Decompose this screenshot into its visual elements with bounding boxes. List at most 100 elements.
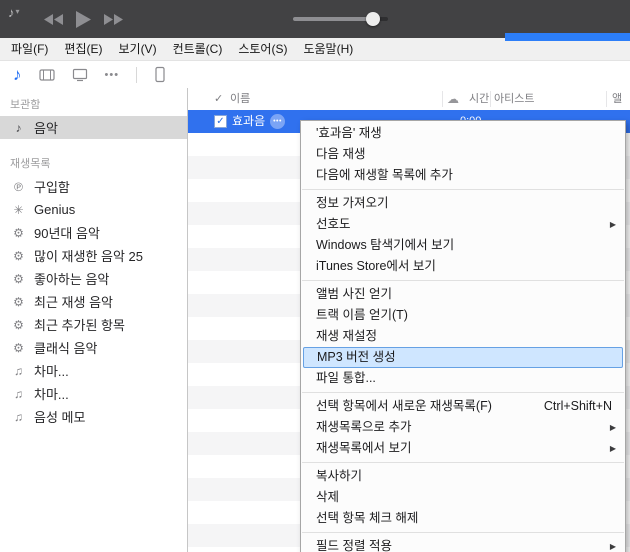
device-button[interactable]: [154, 66, 166, 83]
sidebar-item[interactable]: ⚙ 많이 재생한 음악 25: [0, 244, 187, 267]
playlist-icon: ♫: [14, 386, 23, 401]
chevron-down-icon: ▾: [15, 7, 20, 16]
context-menu-item[interactable]: '효과음' 재생: [301, 123, 625, 144]
menubar-item[interactable]: 파일(F): [3, 38, 56, 60]
sidebar-item-label: 차마...: [34, 387, 69, 402]
ellipsis-icon: •••: [104, 68, 120, 81]
context-menu-item[interactable]: 필드 정렬 적용 ▶: [301, 536, 625, 552]
genius-icon: ✳: [13, 202, 24, 217]
column-divider: [606, 91, 607, 107]
submenu-arrow-icon: ▶: [609, 220, 616, 229]
context-menu-item[interactable]: 재생목록에서 보기 ▶: [301, 438, 625, 459]
sidebar-item-label: 클래식 음악: [34, 341, 98, 356]
sidebar-item[interactable]: ⚙ 최근 추가된 항목: [0, 313, 187, 336]
play-icon: [76, 10, 91, 28]
monitor-icon: [72, 68, 87, 81]
context-menu-item[interactable]: 다음에 재생할 목록에 추가: [301, 165, 625, 186]
context-menu-item[interactable]: 파일 통합...: [301, 368, 625, 389]
context-menu-item[interactable]: Windows 탐색기에서 보기: [301, 235, 625, 256]
menu-item-label: iTunes Store에서 보기: [316, 259, 436, 273]
smart-playlist-icon: ⚙: [13, 340, 24, 355]
sidebar-item[interactable]: ♫ 음성 메모: [0, 405, 187, 428]
sidebar-item[interactable]: ♫ 차마...: [0, 359, 187, 382]
menu-item-label: 재생목록에서 보기: [316, 441, 412, 455]
menubar-item[interactable]: 스토어(S): [230, 38, 295, 60]
menu-item-label: 트랙 이름 얻기(T): [316, 308, 408, 322]
context-menu-item[interactable]: MP3 버전 생성: [303, 347, 623, 368]
tab-more[interactable]: •••: [105, 69, 120, 81]
smart-playlist-icon: ⚙: [13, 294, 24, 309]
transport-controls: [44, 0, 123, 38]
volume-slider[interactable]: [293, 12, 388, 26]
submenu-arrow-icon: ▶: [609, 423, 616, 432]
menu-separator: [302, 532, 624, 533]
column-divider: [490, 91, 491, 107]
context-menu-item[interactable]: 정보 가져오기: [301, 193, 625, 214]
sidebar-item[interactable]: ⚙ 90년대 음악: [0, 221, 187, 244]
miniplayer-menu-button[interactable]: ♪▾: [8, 5, 20, 20]
volume-fill: [293, 17, 371, 21]
film-icon: [38, 68, 55, 81]
music-icon: ♪: [15, 120, 22, 135]
context-menu-item[interactable]: 복사하기: [301, 466, 625, 487]
sidebar-item[interactable]: ℗ 구입함: [0, 175, 187, 198]
purchased-icon: ℗: [14, 179, 23, 194]
smart-playlist-icon: ⚙: [13, 317, 24, 332]
smart-playlist-icon: ⚙: [13, 225, 24, 240]
menu-item-shortcut: Ctrl+Shift+N: [543, 399, 612, 413]
context-menu-item[interactable]: 재생목록으로 추가 ▶: [301, 417, 625, 438]
menu-item-label: 재생목록으로 추가: [316, 420, 412, 434]
accent-strip: [505, 33, 630, 41]
sidebar-item[interactable]: ⚙ 클래식 음악: [0, 336, 187, 359]
menu-item-label: 파일 통합...: [316, 371, 376, 385]
sidebar-item-label: 구입함: [34, 180, 70, 195]
sidebar-item[interactable]: ✳ Genius: [0, 198, 187, 221]
column-header-artist[interactable]: 아티스트: [494, 88, 534, 110]
tab-movies[interactable]: [38, 68, 55, 82]
music-note-icon: ♪: [8, 5, 15, 20]
menubar-item[interactable]: 컨트롤(C): [165, 38, 231, 60]
context-menu-item[interactable]: 다음 재생: [301, 144, 625, 165]
column-divider: [442, 91, 443, 107]
column-header-row: ✓ 이름 ☁ 시간 아티스트 앨범: [188, 88, 630, 127]
volume-thumb[interactable]: [366, 12, 380, 26]
menu-item-label: 선호도: [316, 217, 351, 231]
context-menu-item[interactable]: iTunes Store에서 보기: [301, 256, 625, 277]
context-menu-item[interactable]: 재생 재설정: [301, 326, 625, 347]
menu-item-label: 필드 정렬 적용: [316, 539, 392, 552]
menubar-item[interactable]: 도움말(H): [295, 38, 361, 60]
smart-playlist-icon: ⚙: [13, 271, 24, 286]
sidebar-item-label: Genius: [34, 202, 76, 217]
context-menu-item[interactable]: 트랙 이름 얻기(T): [301, 305, 625, 326]
more-options-button[interactable]: •••: [270, 114, 285, 129]
sidebar-item[interactable]: ⚙ 좋아하는 음악: [0, 267, 187, 290]
menu-item-label: 선택 항목 체크 해제: [316, 511, 419, 525]
sidebar-item[interactable]: ⚙ 최근 재생 음악: [0, 290, 187, 313]
column-header-name[interactable]: 이름: [230, 88, 250, 110]
forward-button[interactable]: [104, 13, 123, 25]
sidebar-section-header: 재생목록: [10, 158, 51, 170]
song-checkbox[interactable]: ✓: [214, 115, 227, 128]
menu-item-label: 다음 재생: [316, 147, 366, 161]
menubar-item[interactable]: 편집(E): [56, 38, 110, 60]
context-menu-item[interactable]: 선택 항목 체크 해제: [301, 508, 625, 529]
context-menu-item[interactable]: 선호도 ▶: [301, 214, 625, 235]
context-menu-item[interactable]: 앨범 사진 얻기: [301, 284, 625, 305]
play-button[interactable]: [76, 10, 91, 28]
context-menu-item[interactable]: 삭제: [301, 487, 625, 508]
itunes-window: ♪▾ 파일(F) 편집(E) 보기(V) 컨트롤(C) 스토어(S) 도움말(H…: [0, 0, 630, 552]
menu-item-label: MP3 버전 생성: [317, 350, 396, 364]
tab-music[interactable]: ♪: [13, 65, 22, 85]
media-type-bar: ♪ •••: [0, 61, 630, 89]
playlist-icon: ♫: [14, 409, 23, 424]
context-menu-item[interactable]: 선택 항목에서 새로운 재생목록(F) Ctrl+Shift+N: [301, 396, 625, 417]
sidebar-item[interactable]: ♪ 음악: [0, 116, 187, 139]
column-header-checkbox[interactable]: ✓: [214, 88, 223, 110]
cloud-icon[interactable]: ☁: [447, 88, 459, 110]
rewind-button[interactable]: [44, 13, 63, 25]
menubar-item[interactable]: 보기(V): [110, 38, 164, 60]
tab-tv[interactable]: [72, 68, 88, 82]
menubar: 파일(F) 편집(E) 보기(V) 컨트롤(C) 스토어(S) 도움말(H): [0, 38, 630, 61]
sidebar-item[interactable]: ♫ 차마...: [0, 382, 187, 405]
column-header-time[interactable]: 시간: [469, 88, 489, 110]
